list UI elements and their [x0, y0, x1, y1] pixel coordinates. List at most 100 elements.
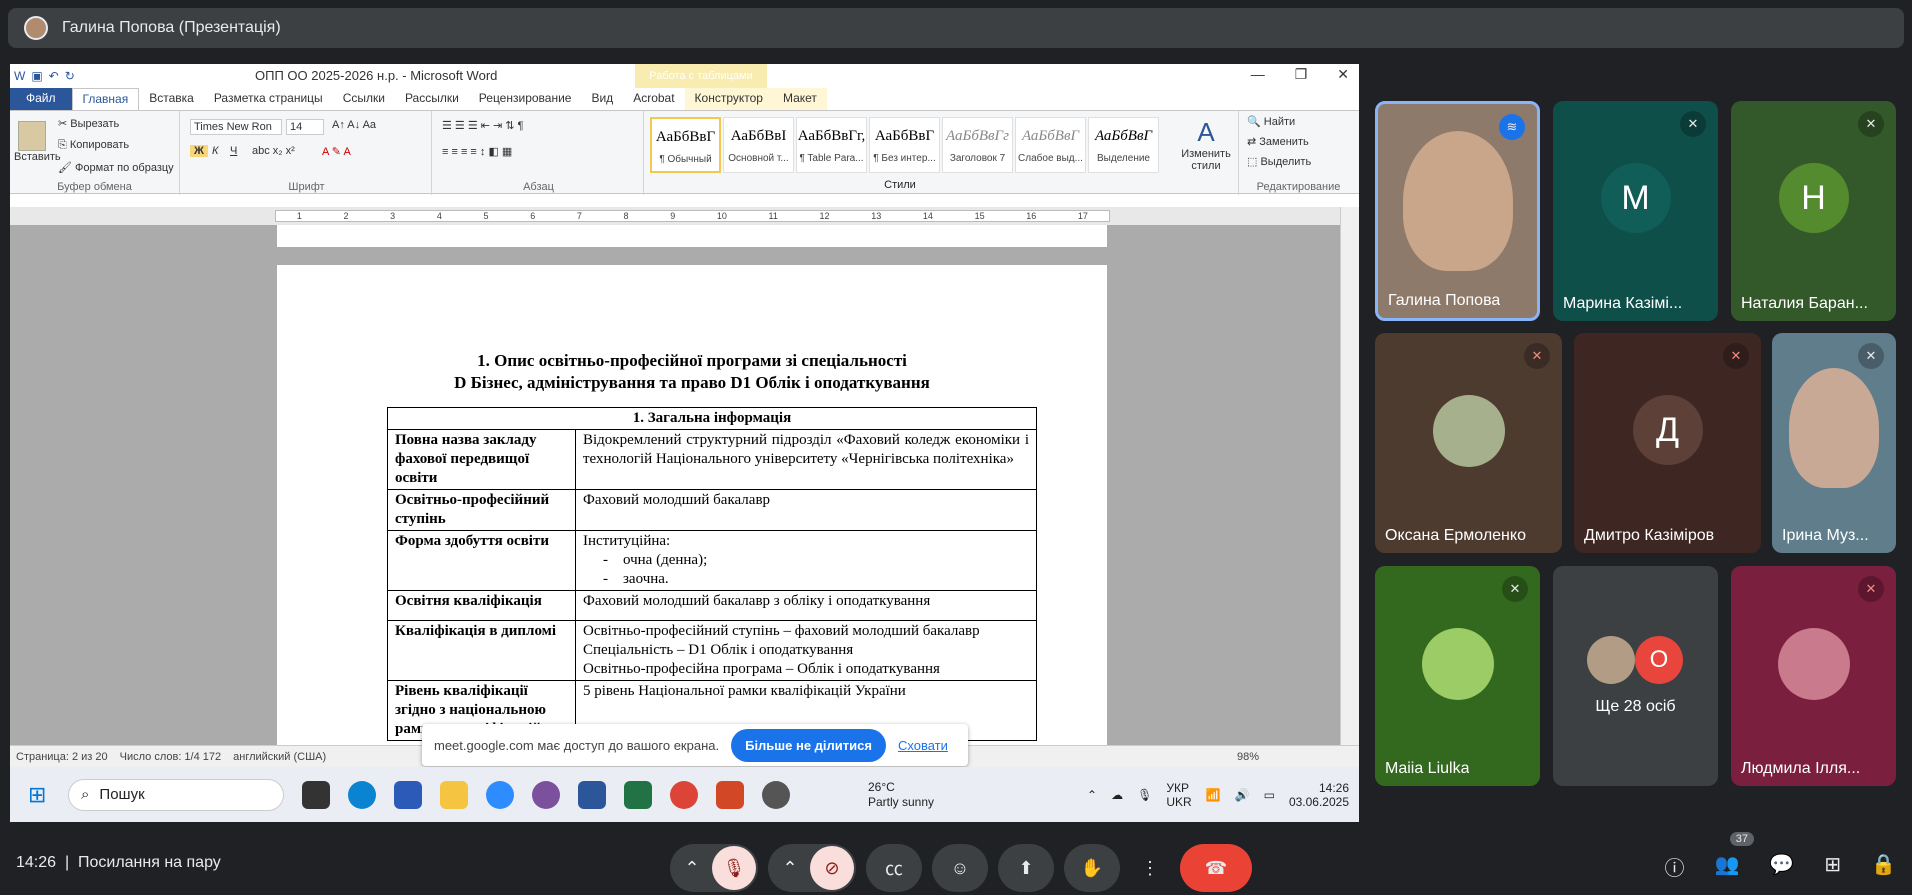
document-page[interactable]: 1. Опис освітньо-професійної програми зі… [277, 265, 1107, 755]
people-icon[interactable]: 👥 [1715, 852, 1740, 881]
tab-file[interactable]: Файл [10, 88, 72, 110]
cloud-icon[interactable]: ☁ [1111, 788, 1123, 802]
save-icon[interactable]: ▣ [31, 69, 42, 83]
more-options-button[interactable]: ⋮ [1130, 844, 1170, 892]
raise-hand-button[interactable]: ✋ [1064, 844, 1120, 892]
tab-acrobat[interactable]: Acrobat [623, 88, 684, 110]
more-participants-tile[interactable]: О Ще 28 осіб [1553, 566, 1718, 786]
settings-icon[interactable] [762, 780, 790, 809]
bold-button[interactable]: Ж [190, 145, 208, 157]
word-taskbar-icon[interactable] [578, 780, 606, 809]
style-subtle[interactable]: АаБбВвГ Слабое выд... [1015, 117, 1086, 173]
table-row: Повна назва закладу фахової передвищої о… [387, 429, 1037, 490]
powerpoint-icon[interactable] [716, 780, 744, 809]
strike-icon[interactable]: abc x₂ x² [252, 145, 295, 157]
participant-tile[interactable]: ✕ Людмила Ілля... [1731, 566, 1896, 786]
participant-tile[interactable]: ≋ Галина Попова [1375, 101, 1540, 321]
participant-video [1789, 368, 1879, 488]
battery-icon[interactable]: ▭ [1264, 788, 1275, 802]
stop-sharing-button[interactable]: Більше не ділитися [731, 728, 886, 762]
tab-table-layout[interactable]: Макет [772, 88, 827, 110]
chevron-up-icon[interactable]: ⌃ [770, 858, 810, 879]
participant-count-badge: 37 [1729, 832, 1754, 846]
microphone-button[interactable]: ⌃ 🎙 [670, 844, 758, 892]
underline-button[interactable]: Ч [230, 145, 237, 157]
style-normal[interactable]: АаБбВвГ ¶ Обычный [650, 117, 721, 173]
font-name-select[interactable]: Times New Ron [190, 119, 282, 135]
list-icons[interactable]: ☰ ☰ ☰ ⇤ ⇥ ⇅ ¶ [442, 119, 523, 132]
change-styles-button[interactable]: A Изменить стили [1178, 117, 1234, 172]
chat-icon[interactable]: 💬 [1769, 852, 1794, 881]
store-icon[interactable] [394, 780, 422, 809]
tab-insert[interactable]: Вставка [139, 88, 204, 110]
style-body[interactable]: АаБбВвІ Основной т... [723, 117, 794, 173]
font-size-select[interactable]: 14 [286, 119, 324, 135]
find-button[interactable]: 🔍 Найти [1247, 115, 1295, 128]
italic-button[interactable]: К [212, 145, 218, 157]
viber-icon[interactable] [532, 780, 560, 809]
camera-button[interactable]: ⌃ ⊘ [768, 844, 856, 892]
redo-icon[interactable]: ↻ [65, 69, 75, 83]
paste-button[interactable]: Вставить [14, 121, 61, 163]
system-tray: ⌃ ☁ 🎙 УКР UKR 📶 🔊 ▭ 14:26 03.06.2025 [1087, 781, 1349, 809]
vertical-scrollbar[interactable] [1340, 207, 1359, 745]
windows-start-icon[interactable]: ⊞ [28, 782, 46, 808]
excel-icon[interactable] [624, 780, 652, 809]
edge-icon[interactable] [348, 780, 376, 809]
tab-view[interactable]: Вид [581, 88, 623, 110]
taskbar-search[interactable]: ⌕ Пошук [68, 778, 284, 811]
chevron-up-icon[interactable]: ⌃ [672, 858, 712, 879]
leave-call-button[interactable]: ☎ [1180, 844, 1252, 892]
present-button[interactable]: ⬆ [998, 844, 1054, 892]
explorer-icon[interactable] [440, 780, 468, 809]
participant-tile[interactable]: ✕ Оксана Ермоленко [1375, 333, 1562, 553]
font-color-icon[interactable]: A ✎ A [322, 145, 351, 158]
tab-design[interactable]: Конструктор [684, 88, 773, 110]
chrome-icon[interactable] [670, 780, 698, 809]
participant-tile[interactable]: ✕ Д Дмитро Казіміров [1574, 333, 1761, 553]
style-table-para[interactable]: АаБбВвГг, ¶ Table Para... [796, 117, 867, 173]
camera-off-icon: ⊘ [810, 846, 854, 890]
paste-icon [18, 121, 46, 151]
emoji-button[interactable]: ☺ [932, 844, 988, 892]
activities-icon[interactable]: ⊞ [1824, 852, 1841, 881]
restore-icon[interactable]: ❐ [1295, 66, 1308, 83]
align-icons[interactable]: ≡ ≡ ≡ ≡ ↕ ◧ ▦ [442, 145, 512, 158]
weather-widget[interactable]: 26°C Partly sunny [868, 780, 934, 810]
host-controls-icon[interactable]: 🔒 [1871, 852, 1896, 881]
copy-button[interactable]: ⎘ Копировать [58, 139, 129, 152]
microphone-icon[interactable]: 🎙 [1137, 788, 1152, 802]
hide-notice-button[interactable]: Сховати [898, 738, 948, 753]
style-emphasis[interactable]: АаБбВвГ Выделение [1088, 117, 1159, 173]
wifi-icon[interactable]: 📶 [1206, 788, 1221, 802]
minimize-icon[interactable]: — [1251, 66, 1265, 83]
style-heading-7[interactable]: АаБбВвГг Заголовок 7 [942, 117, 1013, 173]
chevron-up-icon[interactable]: ⌃ [1087, 788, 1097, 802]
tab-references[interactable]: Ссылки [333, 88, 395, 110]
grow-font-icon[interactable]: A↑ A↓ Aa [332, 119, 376, 131]
captions-button[interactable]: ㏄ [866, 844, 922, 892]
undo-icon[interactable]: ↶ [49, 69, 59, 83]
input-language[interactable]: УКР UKR [1166, 781, 1191, 809]
style-no-spacing[interactable]: АаБбВвГ ¶ Без интер... [869, 117, 940, 173]
tab-mailings[interactable]: Рассылки [395, 88, 469, 110]
tab-layout[interactable]: Разметка страницы [204, 88, 333, 110]
participant-tile[interactable]: ✕ М Марина Казімі... [1553, 101, 1718, 321]
zoom-icon[interactable] [486, 780, 514, 809]
participant-tile[interactable]: ✕ Maiia Liulka [1375, 566, 1540, 786]
tab-review[interactable]: Рецензирование [469, 88, 582, 110]
participant-tile[interactable]: ✕ Ірина Муз... [1772, 333, 1896, 553]
volume-icon[interactable]: 🔊 [1235, 788, 1250, 802]
close-icon[interactable]: ✕ [1337, 66, 1349, 83]
language[interactable]: английский (США) [233, 751, 326, 763]
zoom-level[interactable]: 98% [1237, 751, 1259, 763]
participant-tile[interactable]: ✕ Н Наталия Баран... [1731, 101, 1896, 321]
info-icon[interactable]: ⓘ [1665, 852, 1685, 881]
clock[interactable]: 14:26 03.06.2025 [1289, 781, 1349, 809]
cut-button[interactable]: ✂ Вырезать [58, 117, 119, 130]
task-view-icon[interactable] [302, 780, 330, 809]
tab-home[interactable]: Главная [71, 88, 140, 110]
format-painter-button[interactable]: 🖌 Формат по образцу [58, 161, 174, 174]
select-button[interactable]: ⬚ Выделить [1247, 155, 1311, 168]
replace-button[interactable]: ⇄ Заменить [1247, 135, 1309, 148]
